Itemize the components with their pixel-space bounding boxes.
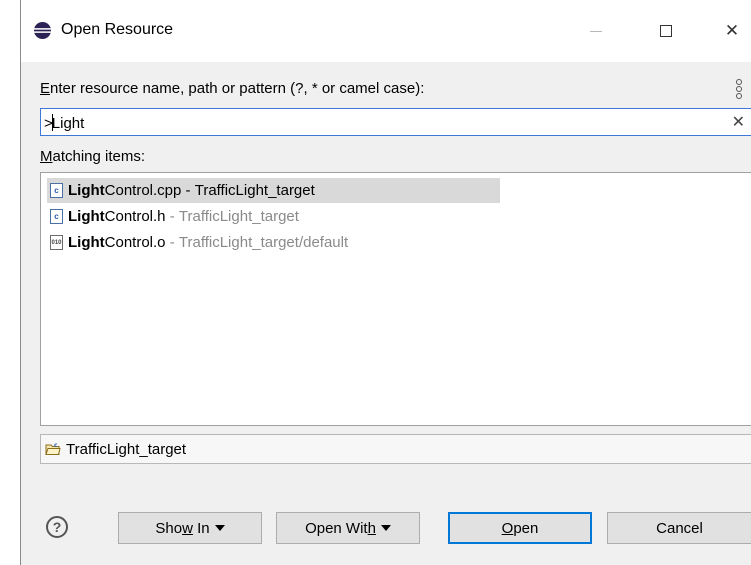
- maximize-icon: [660, 25, 672, 37]
- cancel-button[interactable]: Cancel: [607, 512, 751, 544]
- title-bar: Open Resource ✕: [21, 0, 751, 62]
- prompt-mnemonic: E: [40, 80, 51, 97]
- dropdown-arrow-icon: [214, 525, 225, 531]
- matching-items-label: Matching items:: [40, 148, 145, 165]
- project-name: TrafficLight_target: [66, 440, 187, 458]
- open-button[interactable]: Open: [448, 512, 592, 544]
- maximize-button[interactable]: [643, 14, 689, 48]
- clear-search-icon[interactable]: ✕: [732, 112, 745, 132]
- svg-text:c: c: [54, 442, 58, 449]
- cpp-file-icon: c: [50, 183, 63, 198]
- project-status-bar: c TrafficLight_target: [40, 434, 751, 464]
- close-icon: ✕: [724, 21, 740, 40]
- cancel-label: Cancel: [656, 519, 703, 537]
- item-sep: -: [181, 182, 195, 199]
- open-with-button[interactable]: Open Wit h: [276, 512, 420, 544]
- header-file-icon: c: [50, 209, 63, 224]
- window-title: Open Resource: [61, 21, 174, 38]
- show-in-label-pre: Sho: [155, 519, 183, 537]
- search-prompt-label: Enter resource name, path or pattern (?,…: [40, 80, 424, 97]
- dropdown-arrow-icon: [380, 525, 391, 531]
- matching-items-list[interactable]: c Light Control.cpp - TrafficLight_targe…: [40, 172, 751, 426]
- item-path: TrafficLight_target: [194, 182, 315, 199]
- list-item[interactable]: 010 Light Control.o - TrafficLight_targe…: [47, 230, 348, 255]
- item-sep: -: [165, 234, 179, 251]
- view-menu-icon[interactable]: [734, 79, 744, 99]
- open-with-mnemonic: h: [367, 519, 376, 537]
- search-input[interactable]: >Light ✕: [40, 108, 751, 136]
- matching-text: atching items:: [52, 148, 146, 165]
- eclipse-icon: [33, 21, 52, 40]
- matching-mnemonic: M: [40, 148, 53, 165]
- minimize-icon: [590, 30, 602, 32]
- item-name-rest: Control.o: [104, 234, 166, 251]
- object-file-icon: 010: [50, 235, 63, 250]
- item-match: Light: [68, 234, 105, 251]
- list-item[interactable]: c Light Control.h - TrafficLight_target: [47, 204, 299, 229]
- search-value: >Light: [44, 114, 85, 132]
- open-mnemonic: O: [501, 519, 514, 537]
- item-name-rest: Control.cpp: [104, 182, 182, 199]
- open-label-post: pen: [513, 519, 539, 537]
- item-sep: -: [165, 208, 179, 225]
- item-path: TrafficLight_target/default: [178, 234, 349, 251]
- item-match: Light: [68, 182, 105, 199]
- minimize-button[interactable]: [573, 14, 619, 48]
- item-path: TrafficLight_target: [178, 208, 299, 225]
- prompt-text: nter resource name, path or pattern (?, …: [50, 80, 425, 97]
- show-in-mnemonic: w: [182, 519, 193, 537]
- open-with-label-pre: Open Wit: [305, 519, 368, 537]
- show-in-label-post: In: [192, 519, 210, 537]
- item-name-rest: Control.h: [104, 208, 166, 225]
- item-match: Light: [68, 208, 105, 225]
- close-button[interactable]: ✕: [709, 14, 751, 48]
- list-item[interactable]: c Light Control.cpp - TrafficLight_targe…: [47, 178, 500, 203]
- project-folder-icon: c: [45, 442, 61, 455]
- show-in-button[interactable]: Sho w In: [118, 512, 262, 544]
- open-resource-dialog: Open Resource ✕ Enter resource name, pat…: [20, 0, 751, 565]
- help-icon[interactable]: ?: [46, 516, 68, 538]
